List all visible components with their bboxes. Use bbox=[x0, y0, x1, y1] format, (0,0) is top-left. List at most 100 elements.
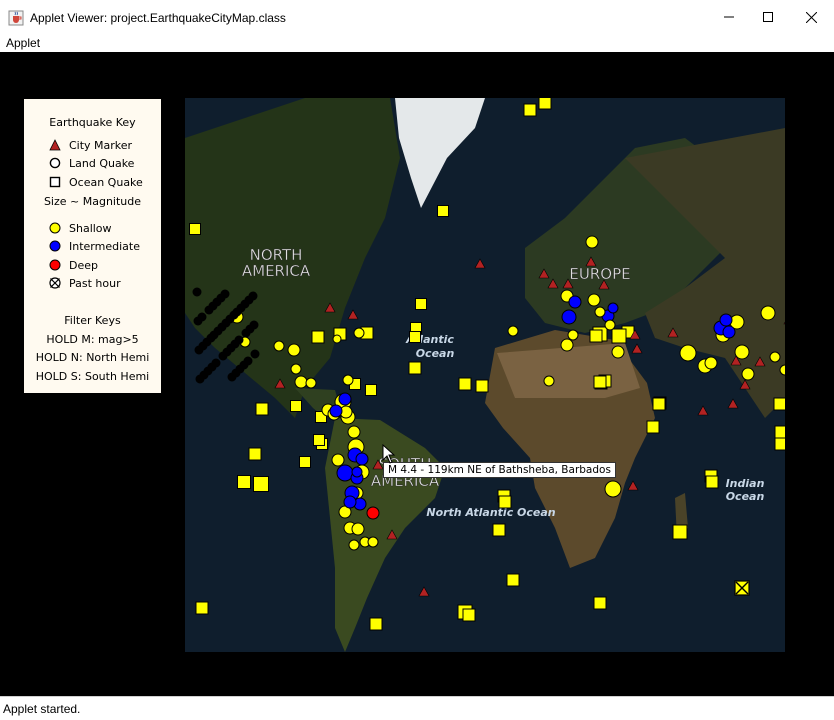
title-bar: Applet Viewer: project.EarthquakeCityMap… bbox=[0, 0, 834, 35]
label-north-america-2: AMERICA bbox=[242, 262, 311, 280]
key-shallow-label: Shallow bbox=[69, 222, 112, 235]
cluster-marker-13 bbox=[193, 316, 203, 326]
cluster-marker-35 bbox=[227, 372, 237, 382]
land-quake-marker-34 bbox=[294, 375, 308, 389]
land-quake-marker-17 bbox=[332, 334, 342, 344]
filter-keys-title: Filter Keys bbox=[64, 314, 121, 327]
land-quake-marker-10 bbox=[734, 344, 750, 360]
land-quake-marker-59 bbox=[351, 522, 365, 536]
ocean-quake-marker-7 bbox=[311, 330, 325, 344]
intermediate-dot-icon bbox=[49, 240, 61, 252]
maximize-button[interactable] bbox=[745, 0, 791, 34]
land-quake-marker-4 bbox=[507, 325, 519, 337]
map-overlay: NORTH AMERICA SOUTH AMERICA EUROPE Atlan… bbox=[189, 98, 785, 631]
land-quake-marker-5 bbox=[543, 375, 555, 387]
filter-mag-hint: HOLD M: mag>5 bbox=[46, 333, 139, 346]
city-marker-18 bbox=[754, 356, 766, 367]
land-quake-marker-15 bbox=[769, 351, 781, 363]
ocean-quake-marker-4 bbox=[415, 298, 427, 310]
label-indian-1: Indian bbox=[726, 477, 765, 490]
deep-dot-icon bbox=[49, 259, 61, 271]
land-quake-marker-55 bbox=[338, 392, 352, 406]
ocean-quake-marker-15 bbox=[475, 379, 489, 393]
quake-markers-layer bbox=[189, 98, 785, 631]
land-quake-marker-35 bbox=[305, 377, 317, 389]
label-indian-2: Ocean bbox=[726, 490, 765, 503]
java-coffee-icon bbox=[8, 10, 24, 26]
cluster-marker-38 bbox=[218, 351, 228, 361]
close-button[interactable] bbox=[788, 0, 834, 34]
ocean-quake-marker-42 bbox=[313, 434, 325, 446]
land-quake-marker-11 bbox=[741, 367, 755, 381]
land-quake-marker-58 bbox=[348, 539, 360, 551]
key-deep-label: Deep bbox=[69, 259, 98, 272]
filter-north-hint: HOLD N: North Hemi bbox=[35, 351, 150, 364]
world-map[interactable]: NORTH AMERICA SOUTH AMERICA EUROPE Atlan… bbox=[185, 98, 785, 652]
city-marker-6 bbox=[547, 278, 559, 289]
ocean-quake-marker-1 bbox=[538, 98, 552, 110]
city-marker-9 bbox=[585, 256, 597, 267]
cluster-marker-37 bbox=[241, 328, 251, 338]
city-marker-1 bbox=[324, 302, 336, 313]
land-quake-marker-18 bbox=[353, 327, 365, 339]
key-past-hour-label: Past hour bbox=[69, 277, 121, 290]
city-marker-icon bbox=[49, 139, 61, 151]
land-quake-marker-63 bbox=[604, 319, 616, 331]
ocean-quake-marker-27 bbox=[652, 397, 666, 411]
ocean-quake-marker-46 bbox=[593, 375, 607, 389]
ocean-quake-marker-31 bbox=[705, 475, 719, 489]
land-quake-marker-46 bbox=[568, 295, 582, 309]
land-quake-marker-54 bbox=[355, 452, 369, 466]
land-quake-marker-51 bbox=[719, 313, 733, 327]
ocean-quake-marker-43 bbox=[290, 400, 302, 412]
city-marker-0 bbox=[474, 258, 486, 269]
key-city-marker-label: City Marker bbox=[69, 139, 133, 152]
key-intermediate-label: Intermediate bbox=[69, 240, 140, 253]
past-hour-icon bbox=[49, 277, 61, 289]
key-ocean-quake-label: Ocean Quake bbox=[69, 176, 143, 189]
land-quake-marker-60 bbox=[367, 536, 379, 548]
land-quake-marker-31 bbox=[273, 340, 285, 352]
city-marker-15 bbox=[727, 398, 739, 409]
ocean-quake-marker-39 bbox=[299, 456, 311, 468]
key-size-note: Size ~ Magnitude bbox=[43, 195, 142, 208]
earthquake-key-panel: Earthquake Key City Marker Land Quake Oc… bbox=[24, 99, 161, 393]
city-marker-21 bbox=[386, 529, 398, 540]
land-quake-marker-12 bbox=[760, 305, 776, 321]
ocean-quake-marker-3 bbox=[189, 223, 201, 235]
ocean-quake-marker-0 bbox=[523, 103, 537, 117]
land-quake-marker-16 bbox=[604, 480, 622, 498]
minimize-icon bbox=[724, 16, 734, 18]
land-quake-marker-2 bbox=[567, 329, 579, 341]
quake-tooltip: M 4.4 - 119km NE of Bathsheba, Barbados bbox=[383, 462, 616, 478]
city-marker-19 bbox=[783, 321, 785, 325]
city-marker-16 bbox=[739, 379, 751, 390]
land-quake-icon bbox=[49, 157, 61, 169]
menu-applet[interactable]: Applet bbox=[6, 36, 40, 50]
label-europe: EUROPE bbox=[569, 265, 630, 283]
ocean-quake-icon bbox=[49, 176, 61, 188]
land-quake-marker-13 bbox=[704, 356, 718, 370]
city-marker-2 bbox=[347, 309, 359, 320]
status-bar: Applet started. bbox=[0, 696, 834, 720]
cluster-marker-40 bbox=[232, 307, 242, 317]
key-title: Earthquake Key bbox=[49, 116, 136, 129]
land-quake-marker-56 bbox=[329, 404, 343, 418]
ocean-quake-marker-29 bbox=[672, 524, 688, 540]
ocean-quake-marker-37 bbox=[365, 384, 377, 396]
applet-canvas[interactable]: Earthquake Key City Marker Land Quake Oc… bbox=[0, 52, 834, 696]
key-land-quake-label: Land Quake bbox=[69, 157, 135, 170]
land-quake-marker-3 bbox=[560, 338, 574, 352]
ocean-quake-marker-25 bbox=[593, 596, 607, 610]
ocean-quake-marker-23 bbox=[462, 608, 476, 622]
ocean-quake-marker-21 bbox=[195, 601, 209, 615]
land-quake-marker-53 bbox=[366, 506, 380, 520]
close-icon bbox=[805, 11, 817, 23]
land-quake-marker-52 bbox=[722, 325, 736, 339]
land-quake-marker-0 bbox=[585, 235, 599, 249]
ocean-quake-marker-32 bbox=[773, 397, 785, 411]
city-marker-10 bbox=[538, 268, 550, 279]
label-north-atlantic: North Atlantic Ocean bbox=[426, 506, 555, 519]
land-quake-marker-62 bbox=[587, 293, 601, 307]
land-quake-marker-33 bbox=[290, 363, 302, 375]
